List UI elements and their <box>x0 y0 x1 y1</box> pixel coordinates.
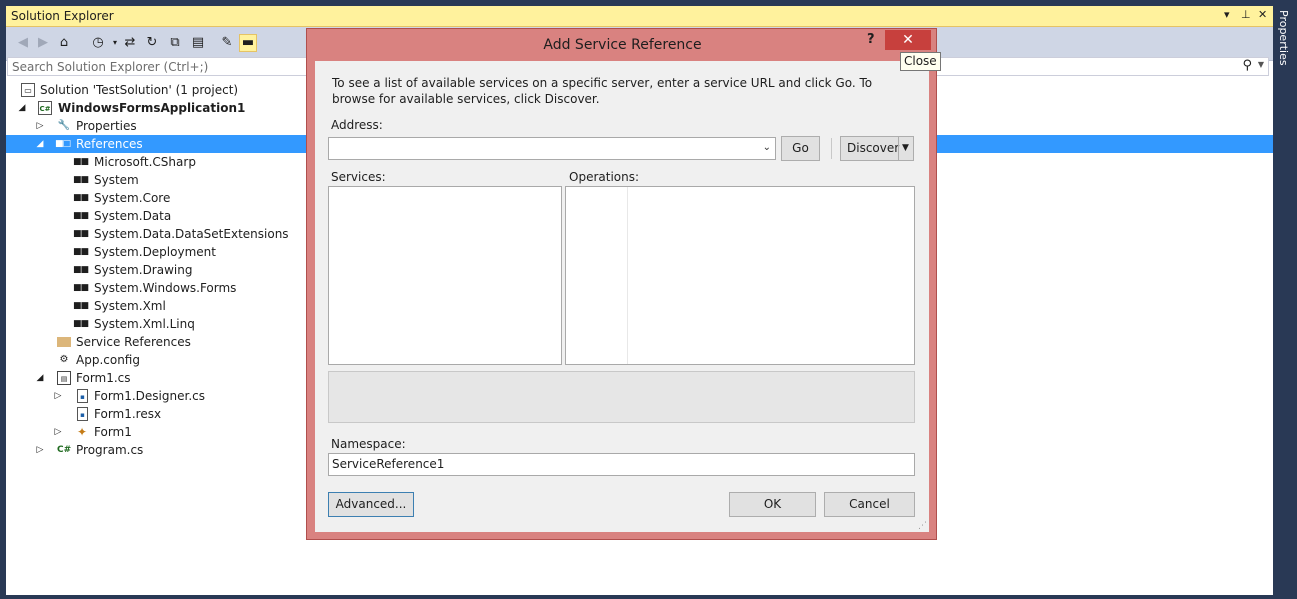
assembly-reference-icon: ■■ <box>73 265 89 275</box>
form-icon: ▤ <box>57 371 71 385</box>
address-combobox[interactable]: ⌄ <box>328 137 776 160</box>
assembly-reference-icon: ■■ <box>73 157 89 167</box>
solution-icon: ▭ <box>21 83 35 97</box>
add-service-reference-dialog: Add Service Reference ? ✕ To see a list … <box>306 28 937 540</box>
close-icon[interactable]: ✕ <box>885 30 931 50</box>
code-file-icon: ▪ <box>77 389 88 403</box>
search-icon[interactable]: ⚲ <box>1242 58 1252 73</box>
show-all-files-icon[interactable]: ▤ <box>189 34 207 52</box>
expanded-arrow-icon[interactable]: ◢ <box>17 99 27 117</box>
expanded-arrow-icon[interactable]: ◢ <box>35 135 45 153</box>
assembly-reference-icon: ■■ <box>73 283 89 293</box>
collapse-all-icon[interactable]: ⧉ <box>166 34 184 52</box>
sync-icon[interactable]: ⇄ <box>121 34 139 52</box>
home-icon[interactable]: ⌂ <box>55 34 73 52</box>
properties-side-tab[interactable]: Properties <box>1273 6 1297 599</box>
help-icon[interactable]: ? <box>867 32 875 47</box>
pin-icon[interactable]: ⊥ <box>1241 8 1251 21</box>
assembly-reference-icon: ■■ <box>73 229 89 239</box>
references-icon: ■□ <box>55 139 71 149</box>
search-placeholder: Search Solution Explorer (Ctrl+;) <box>12 60 209 74</box>
advanced-button[interactable]: Advanced... <box>328 492 414 517</box>
solution-explorer-title: Solution Explorer <box>11 9 114 23</box>
services-tree[interactable] <box>328 186 562 365</box>
properties-tab-label: Properties <box>1277 10 1290 66</box>
close-tooltip: Close <box>900 52 941 71</box>
window-position-dropdown-icon[interactable]: ▾ <box>1224 8 1230 21</box>
assembly-reference-icon: ■■ <box>73 301 89 311</box>
close-panel-icon[interactable]: ✕ <box>1258 8 1267 21</box>
history-icon[interactable]: ◷ <box>89 34 107 52</box>
discover-split-button[interactable]: Discover ▼ <box>840 136 914 161</box>
operations-label: Operations: <box>569 170 640 184</box>
operations-list[interactable] <box>565 186 915 365</box>
toolbar-separator <box>831 138 832 159</box>
collapsed-arrow-icon[interactable]: ▷ <box>35 441 45 459</box>
resize-grip-icon[interactable]: ⋰ <box>918 521 927 531</box>
refresh-icon[interactable]: ↻ <box>143 34 161 52</box>
cancel-button[interactable]: Cancel <box>824 492 915 517</box>
config-file-icon: ⚙ <box>59 354 69 365</box>
wrench-icon: 🔧 <box>57 120 71 131</box>
discover-dropdown-icon[interactable]: ▼ <box>902 137 909 160</box>
search-options-dropdown-icon[interactable]: ▼ <box>1258 60 1264 69</box>
collapsed-arrow-icon[interactable]: ▷ <box>53 423 63 441</box>
go-button[interactable]: Go <box>781 136 820 161</box>
namespace-value: ServiceReference1 <box>332 457 445 471</box>
services-label: Services: <box>331 170 386 184</box>
assembly-reference-icon: ■■ <box>73 247 89 257</box>
namespace-label: Namespace: <box>331 437 406 451</box>
dialog-title: Add Service Reference <box>543 37 702 53</box>
preview-icon[interactable]: ▬ <box>239 34 257 52</box>
properties-icon[interactable]: ✎ <box>218 34 236 52</box>
resource-file-icon: ▪ <box>77 407 88 421</box>
address-label: Address: <box>331 118 383 132</box>
assembly-reference-icon: ■■ <box>73 175 89 185</box>
operations-column-divider <box>627 187 628 364</box>
solution-explorer-title-bar: Solution Explorer ▾ ⊥ ✕ <box>6 6 1273 27</box>
dialog-client-area: To see a list of available services on a… <box>315 61 929 532</box>
csharp-file-icon: C# <box>57 445 72 455</box>
status-area <box>328 371 915 423</box>
namespace-input[interactable]: ServiceReference1 <box>328 453 915 476</box>
forward-icon[interactable]: ▶ <box>34 34 52 52</box>
csharp-project-icon: C# <box>38 101 52 115</box>
folder-icon <box>57 337 71 347</box>
back-icon[interactable]: ◀ <box>14 34 32 52</box>
collapsed-arrow-icon[interactable]: ▷ <box>35 117 45 135</box>
expanded-arrow-icon[interactable]: ◢ <box>35 369 45 387</box>
assembly-reference-icon: ■■ <box>73 211 89 221</box>
ok-button[interactable]: OK <box>729 492 816 517</box>
chevron-down-icon[interactable]: ⌄ <box>763 142 771 153</box>
instructions-text: To see a list of available services on a… <box>332 76 873 106</box>
assembly-reference-icon: ■■ <box>73 319 89 329</box>
split-divider <box>898 137 899 160</box>
discover-button-label: Discover <box>847 141 900 155</box>
component-icon: ✦ <box>76 425 88 439</box>
collapsed-arrow-icon[interactable]: ▷ <box>53 387 63 405</box>
assembly-reference-icon: ■■ <box>73 193 89 203</box>
